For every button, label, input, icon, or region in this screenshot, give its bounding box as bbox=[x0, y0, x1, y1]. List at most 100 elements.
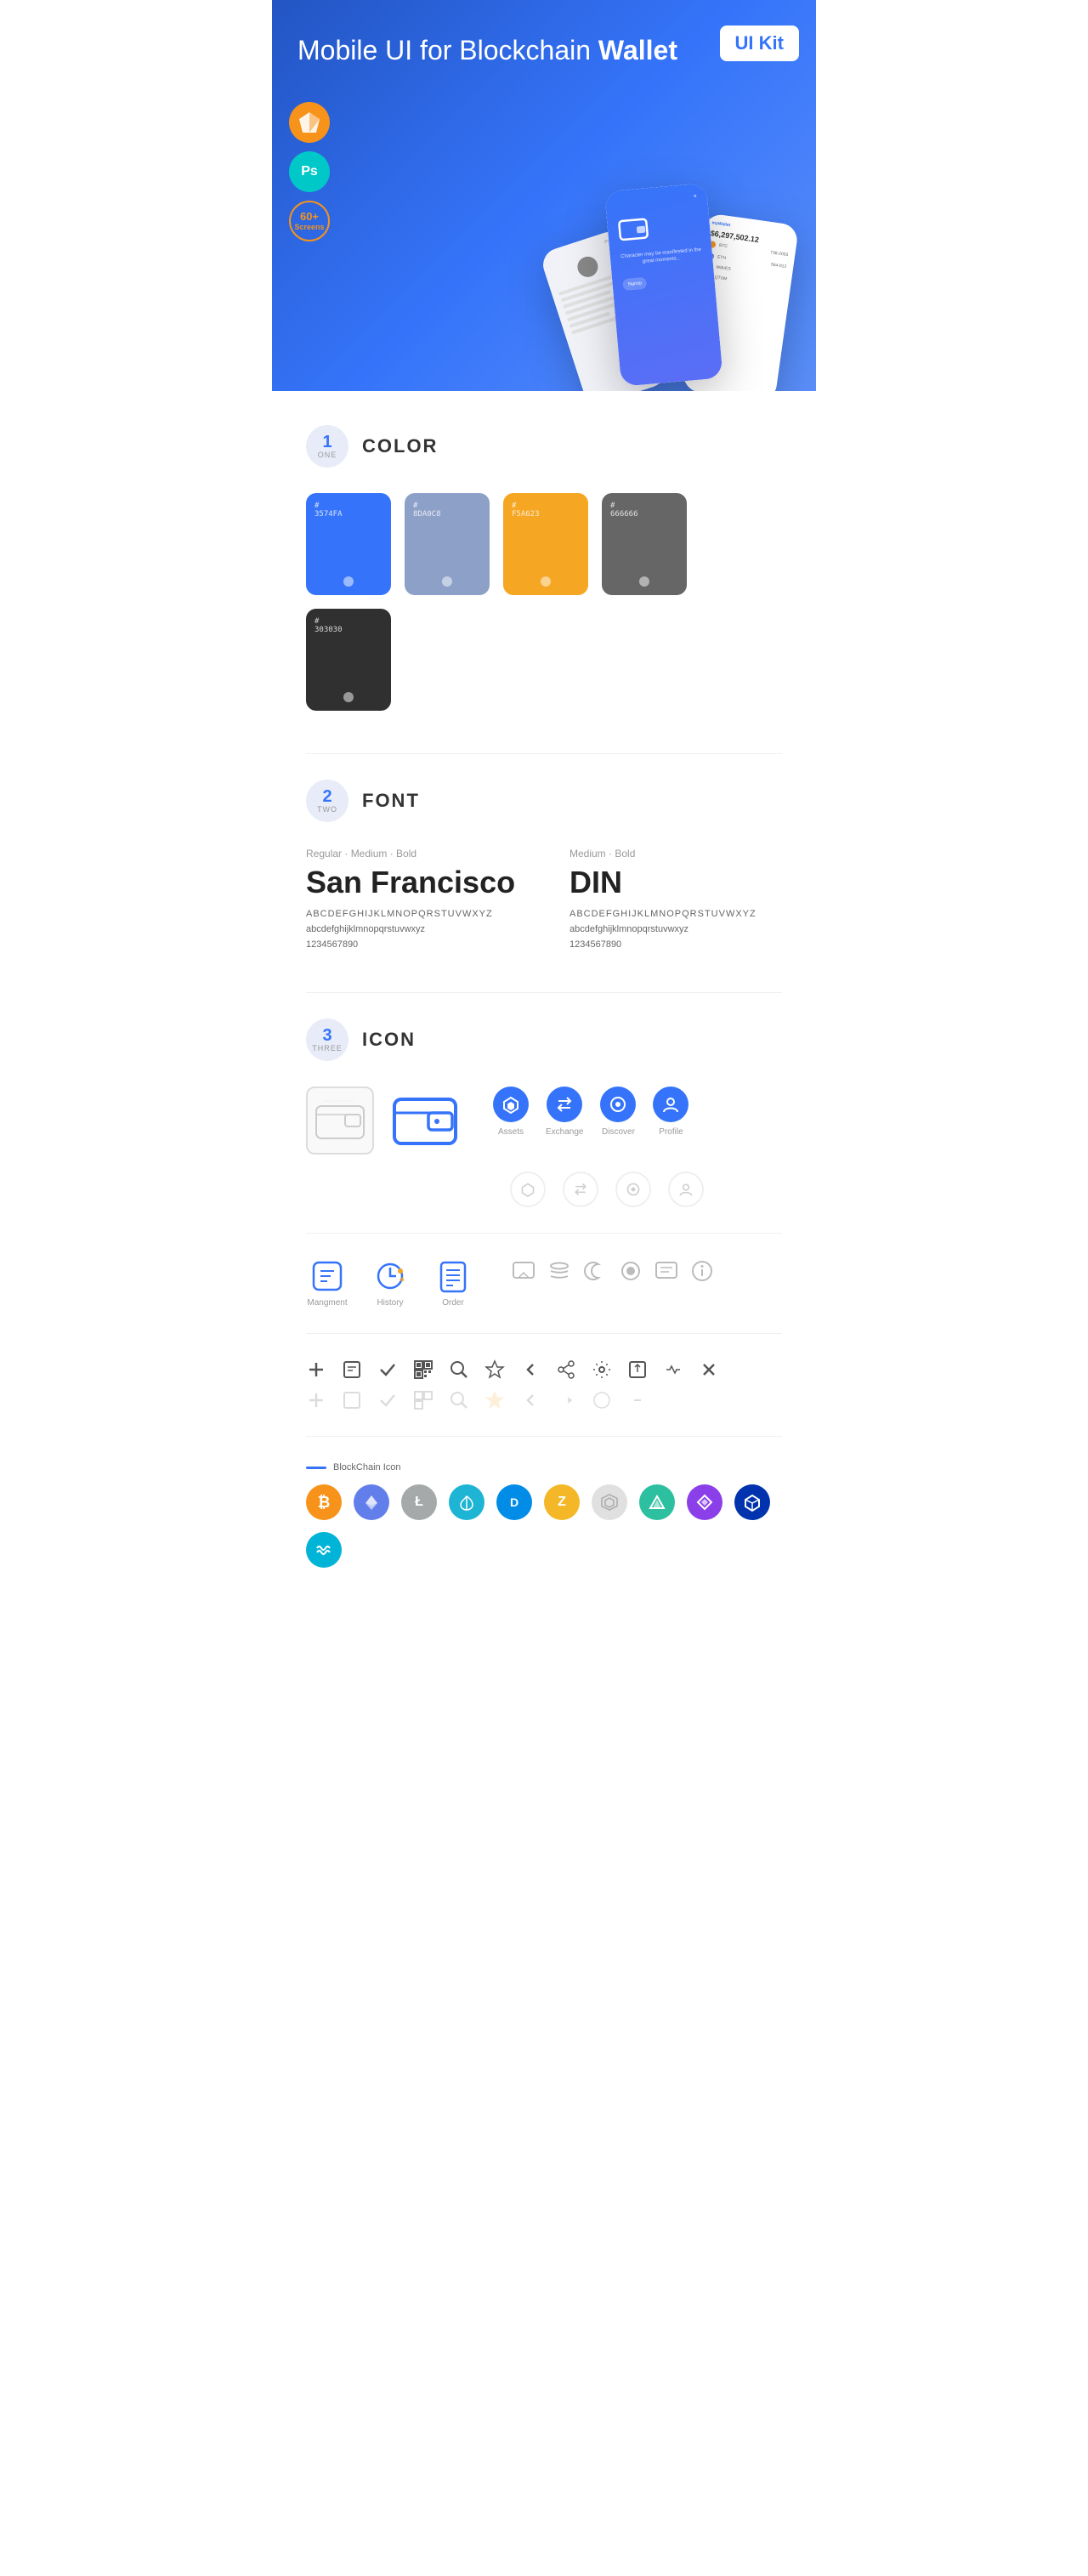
hero-section: Mobile UI for Blockchain Wallet UI Kit P… bbox=[272, 0, 816, 391]
ui-kit-badge: UI Kit bbox=[720, 26, 799, 61]
swatch-dot bbox=[343, 576, 354, 587]
dash-icon[interactable]: D bbox=[496, 1484, 532, 1520]
swatch-slate: #8DA0C8 bbox=[405, 493, 490, 595]
discover-label: Discover bbox=[602, 1127, 635, 1137]
font-section: 2 TWO FONT Regular · Medium · Bold San F… bbox=[306, 780, 782, 950]
blockchain-line bbox=[306, 1467, 326, 1469]
profile-icon[interactable] bbox=[653, 1087, 688, 1122]
grid-icon[interactable] bbox=[592, 1484, 627, 1520]
speech-bubble-icon[interactable] bbox=[654, 1259, 678, 1283]
small-icons-row-1 bbox=[306, 1359, 782, 1380]
mangment-icon-item: Mangment bbox=[306, 1259, 348, 1308]
dfinity-icon[interactable] bbox=[687, 1484, 722, 1520]
swatch-dot bbox=[639, 576, 649, 587]
hero-title: Mobile UI for Blockchain Wallet bbox=[298, 34, 790, 66]
utility-icons-row bbox=[512, 1259, 714, 1283]
ethereum-icon[interactable] bbox=[354, 1484, 389, 1520]
swatch-dark: #303030 bbox=[306, 609, 391, 711]
search-icon[interactable] bbox=[449, 1359, 469, 1380]
profile-label: Profile bbox=[659, 1127, 683, 1137]
message-icon[interactable] bbox=[512, 1259, 536, 1283]
close-icon[interactable] bbox=[699, 1359, 719, 1380]
swatch-dot bbox=[541, 576, 551, 587]
augur-icon[interactable] bbox=[639, 1484, 675, 1520]
ghost-exchange-icon bbox=[563, 1172, 598, 1207]
order-label: Order bbox=[442, 1298, 464, 1308]
check-icon[interactable] bbox=[377, 1359, 398, 1380]
wallet-blue-icon bbox=[391, 1087, 459, 1155]
section-number-3: 3 THREE bbox=[306, 1018, 348, 1061]
divider-4 bbox=[306, 1333, 782, 1334]
wallet-wireframe-svg bbox=[314, 1099, 366, 1142]
wallet-wireframe-icon bbox=[306, 1087, 374, 1155]
wallet-blue-svg bbox=[391, 1091, 459, 1150]
qr-icon[interactable] bbox=[413, 1359, 434, 1380]
color-title: COLOR bbox=[362, 435, 438, 457]
ghost-assets-icon bbox=[510, 1172, 546, 1207]
profile-icon-item: Profile bbox=[653, 1087, 688, 1137]
hero-phones: Profile ✕ Charact bbox=[527, 179, 808, 374]
divider-1 bbox=[306, 753, 782, 754]
icon-main-grid: Assets Exchange bbox=[306, 1087, 782, 1155]
wallet-blue-item bbox=[391, 1087, 459, 1155]
bitcoin-icon[interactable]: ₿ bbox=[306, 1484, 342, 1520]
phone-mid: ✕ Character may be manifested in the gre… bbox=[604, 183, 723, 387]
icon-title: ICON bbox=[362, 1029, 416, 1051]
color-section-header: 1 ONE COLOR bbox=[306, 425, 782, 468]
star-icon[interactable] bbox=[484, 1359, 505, 1380]
edit-list-icon[interactable] bbox=[342, 1359, 362, 1380]
assets-icon-item: Assets bbox=[493, 1087, 529, 1137]
screens-badge: 60+ Screens bbox=[289, 201, 330, 241]
swatch-gray: #666666 bbox=[602, 493, 687, 595]
small-icons-row-2 bbox=[306, 1390, 782, 1410]
crypto-coins-row: ₿ Ł D Z bbox=[306, 1484, 782, 1568]
assets-icon[interactable] bbox=[493, 1087, 529, 1122]
swatch-orange: #F5A623 bbox=[503, 493, 588, 595]
screens-label: Screens bbox=[294, 223, 324, 232]
exchange-label: Exchange bbox=[546, 1127, 583, 1137]
moon-icon[interactable] bbox=[583, 1259, 607, 1283]
history-icon[interactable] bbox=[373, 1259, 407, 1293]
circle-icon[interactable] bbox=[619, 1259, 643, 1283]
discover-icon[interactable] bbox=[600, 1087, 636, 1122]
font-section-header: 2 TWO FONT bbox=[306, 780, 782, 822]
share-icon[interactable] bbox=[556, 1359, 576, 1380]
exchange-icon[interactable] bbox=[547, 1087, 582, 1122]
exchange-icon-item: Exchange bbox=[546, 1087, 583, 1137]
history-label: History bbox=[377, 1298, 403, 1308]
zcash-icon[interactable]: Z bbox=[544, 1484, 580, 1520]
bottom-nav-icons: Mangment History bbox=[306, 1259, 782, 1308]
assets-label: Assets bbox=[498, 1127, 524, 1137]
ps-label: Ps bbox=[301, 164, 318, 179]
order-icon[interactable] bbox=[436, 1259, 470, 1293]
photoshop-badge: Ps bbox=[289, 151, 330, 192]
main-content: 1 ONE COLOR #3574FA #8DA0C8 #F5A623 #666… bbox=[272, 391, 816, 1627]
layers-icon[interactable] bbox=[547, 1259, 571, 1283]
plus-icon[interactable] bbox=[306, 1359, 326, 1380]
nem-icon[interactable] bbox=[449, 1484, 484, 1520]
discover-icon-item: Discover bbox=[600, 1087, 636, 1137]
font-col-sf: Regular · Medium · Bold San Francisco AB… bbox=[306, 848, 518, 950]
settings-icon[interactable] bbox=[592, 1359, 612, 1380]
blockchain-label-row: BlockChain Icon bbox=[306, 1462, 782, 1472]
font-columns: Regular · Medium · Bold San Francisco AB… bbox=[306, 848, 782, 950]
wallet-wireframe-item bbox=[306, 1087, 374, 1155]
info-icon[interactable] bbox=[690, 1259, 714, 1283]
waves-icon[interactable] bbox=[306, 1532, 342, 1568]
badge-group: Ps 60+ Screens bbox=[289, 102, 330, 241]
export-icon[interactable] bbox=[627, 1359, 648, 1380]
color-swatches: #3574FA #8DA0C8 #F5A623 #666666 #303030 bbox=[306, 493, 782, 711]
section-number-1: 1 ONE bbox=[306, 425, 348, 468]
screens-count: 60+ bbox=[300, 210, 319, 224]
sketch-icon bbox=[298, 111, 321, 134]
mangment-icon[interactable] bbox=[310, 1259, 344, 1293]
order-icon-item: Order bbox=[432, 1259, 474, 1308]
litecoin-icon[interactable]: Ł bbox=[401, 1484, 437, 1520]
matic-icon[interactable] bbox=[734, 1484, 770, 1520]
font-col-din: Medium · Bold DIN ABCDEFGHIJKLMNOPQRSTUV… bbox=[570, 848, 782, 950]
split-icon[interactable] bbox=[663, 1359, 683, 1380]
history-icon-item: History bbox=[369, 1259, 411, 1308]
back-icon[interactable] bbox=[520, 1359, 541, 1380]
nav-icon-group: Assets Exchange bbox=[493, 1087, 688, 1137]
ghost-discover-icon bbox=[615, 1172, 651, 1207]
